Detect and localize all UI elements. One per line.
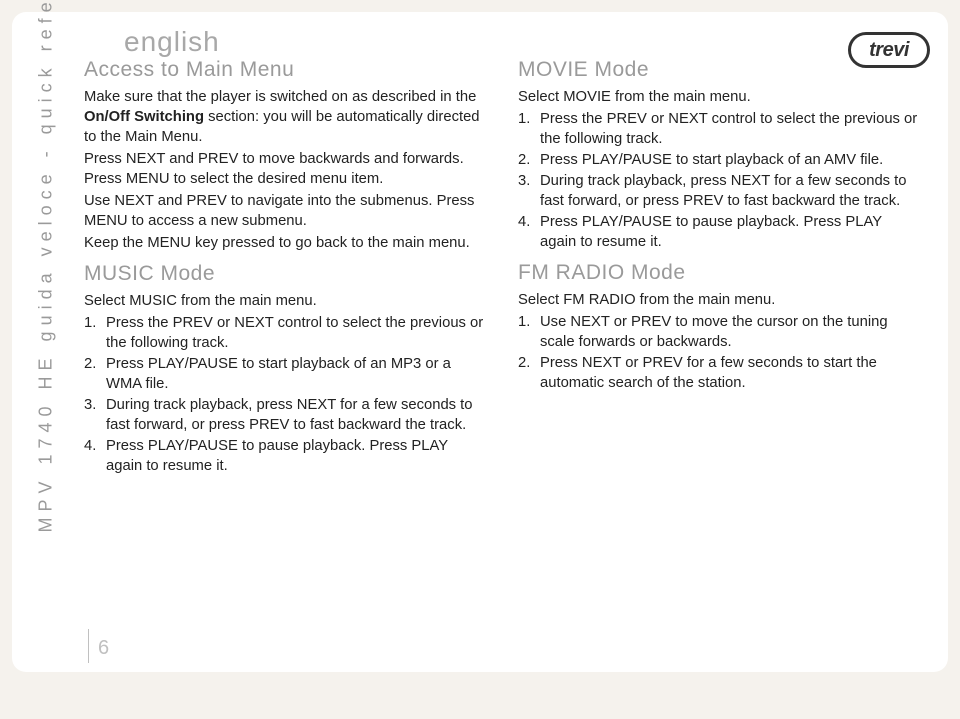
step-number: 3. [518,172,540,212]
bold-text: On/Off Switching [84,109,204,125]
step-number: 4. [84,437,106,477]
brand-logo: trevi [848,32,930,68]
page-content: english Access to Main Menu Make sure th… [54,12,948,672]
step-text: Press PLAY/PAUSE to start playback of an… [540,151,918,171]
step-number: 1. [84,314,106,354]
step-number: 1. [518,313,540,353]
step-text: Press NEXT or PREV for a few seconds to … [540,354,918,394]
section-title-music: MUSIC Mode [84,260,484,288]
sidebar: MPV 1740 HE guida veloce - quick referen… [12,12,54,672]
step-text: Use NEXT or PREV to move the cursor on t… [540,313,918,353]
paragraph: Use NEXT and PREV to navigate into the s… [84,192,484,232]
column-left: Access to Main Menu Make sure that the p… [84,56,484,662]
text-columns: Access to Main Menu Make sure that the p… [84,56,918,662]
step-text: During track playback, press NEXT for a … [106,396,484,436]
step-number: 3. [84,396,106,436]
step-number: 1. [518,110,540,150]
steps-list-music: 1.Press the PREV or NEXT control to sele… [84,314,484,477]
sidebar-product-label: MPV 1740 HE guida veloce - quick referen… [36,113,57,533]
step-number: 2. [518,354,540,394]
sub-instruction: Select MOVIE from the main menu. [518,88,918,108]
section-title-fm: FM RADIO Mode [518,259,918,287]
paragraph: Press NEXT and PREV to move backwards an… [84,150,484,190]
sub-instruction: Select FM RADIO from the main menu. [518,291,918,311]
column-right: MOVIE Mode Select MOVIE from the main me… [518,56,918,662]
sub-instruction: Select MUSIC from the main menu. [84,292,484,312]
section-title-main-menu: Access to Main Menu [84,56,484,84]
steps-list-fm: 1.Use NEXT or PREV to move the cursor on… [518,313,918,394]
step-text: Press PLAY/PAUSE to start playback of an… [106,355,484,395]
step-text: Press PLAY/PAUSE to pause playback. Pres… [540,213,918,253]
step-text: Press PLAY/PAUSE to pause playback. Pres… [106,437,484,477]
steps-list-movie: 1.Press the PREV or NEXT control to sele… [518,110,918,253]
text-span: Make sure that the player is switched on… [84,89,476,105]
manual-page: MPV 1740 HE guida veloce - quick referen… [12,12,948,672]
paragraph: Make sure that the player is switched on… [84,88,484,148]
step-text: Press the PREV or NEXT control to select… [106,314,484,354]
step-text: During track playback, press NEXT for a … [540,172,918,212]
language-heading: english [124,26,918,58]
paragraph: Keep the MENU key pressed to go back to … [84,234,484,254]
step-number: 2. [518,151,540,171]
step-number: 4. [518,213,540,253]
step-number: 2. [84,355,106,395]
step-text: Press the PREV or NEXT control to select… [540,110,918,150]
page-number: 6 [98,637,109,660]
